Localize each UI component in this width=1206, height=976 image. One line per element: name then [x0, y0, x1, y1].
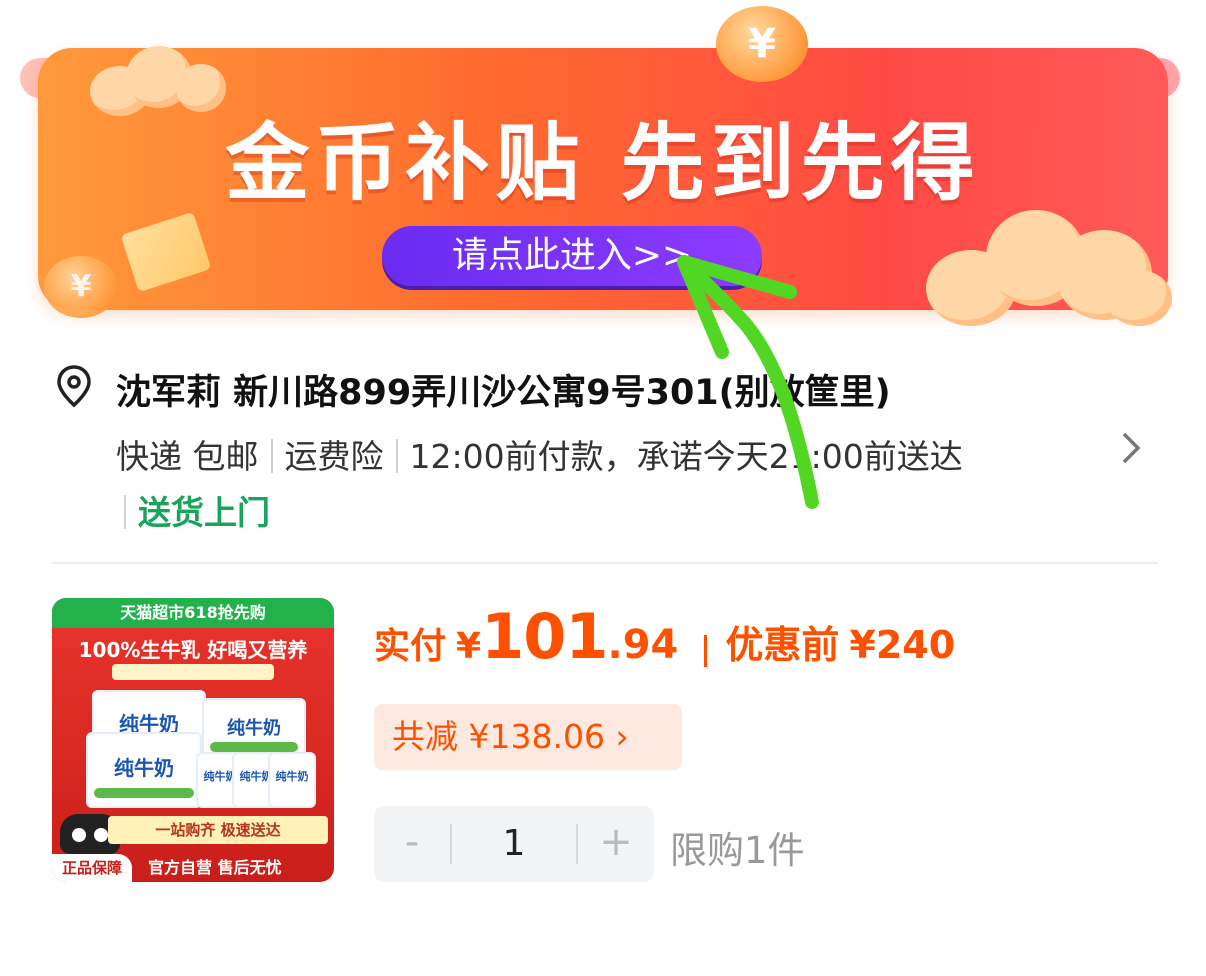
price-integer: 101 — [481, 600, 608, 673]
product-image[interactable]: 天猫超市618抢先购 100%生牛乳 好喝又营养 纯牛奶 纯牛奶 纯牛奶 纯牛奶… — [52, 598, 334, 882]
purchase-limit-text: 限购1件 — [670, 829, 805, 872]
actual-pay-label: 实付 — [374, 626, 447, 667]
delivery-tag-row: 送货上门 — [124, 486, 270, 535]
decrease-quantity-button[interactable]: - — [374, 806, 450, 882]
shipping-info-row[interactable]: 快递 包邮 运费险 12:00前付款，承诺今天21:00前送达 — [116, 430, 963, 479]
location-pin-icon — [57, 365, 91, 408]
coin-icon: ¥ — [716, 6, 808, 82]
shipping-address[interactable]: 沈军莉 新川路899弄川沙公寓9号301(别放筐里) — [116, 364, 891, 415]
delivery-tag: 送货上门 — [138, 493, 270, 532]
enter-button[interactable]: 请点此进入>> — [382, 226, 762, 286]
price-decimal: .94 — [607, 622, 679, 668]
product-image-top-strip: 天猫超市618抢先购 — [52, 598, 334, 628]
product-image-subtag — [112, 664, 274, 680]
banner-title: 金币补贴 先到先得 — [225, 114, 981, 212]
divider — [704, 634, 708, 667]
product-image-bottom-text: 官方自营 售后无忧 — [148, 858, 282, 877]
increase-quantity-button[interactable]: + — [578, 806, 654, 882]
original-price-label: 优惠前 — [725, 623, 840, 667]
section-divider — [52, 562, 1158, 564]
promo-banner[interactable]: ¥ ¥ 金币补贴 先到先得 请点此进入>> — [0, 0, 1206, 326]
divider — [395, 438, 398, 473]
quantity-stepper: - 1 + — [374, 806, 654, 882]
divider — [270, 438, 273, 473]
milk-box: 纯牛奶 — [86, 732, 202, 808]
quantity-value[interactable]: 1 — [452, 806, 576, 882]
shipping-tag-insurance: 运费险 — [284, 437, 384, 476]
genuine-guarantee-badge: 正品保障 — [52, 854, 132, 882]
product-image-promo-strip: 一站购齐 极速送达 — [108, 816, 328, 844]
coin-icon: ¥ — [44, 256, 118, 318]
price-row: 实付 ¥101.94 优惠前 ¥240 — [374, 600, 955, 673]
chevron-right-icon[interactable] — [1116, 430, 1146, 466]
milk-box: 纯牛奶 — [268, 752, 316, 808]
divider — [124, 494, 126, 529]
product-image-headline: 100%生牛乳 好喝又营养 — [78, 638, 308, 662]
discount-detail-button[interactable]: 共减 ¥138.06 › — [374, 704, 682, 770]
original-price: ¥240 — [849, 623, 956, 667]
shipping-tag-express: 快递 包邮 — [116, 437, 259, 476]
currency-symbol: ¥ — [456, 626, 482, 667]
shipping-tag-delivery-time: 12:00前付款，承诺今天21:00前送达 — [409, 437, 963, 476]
